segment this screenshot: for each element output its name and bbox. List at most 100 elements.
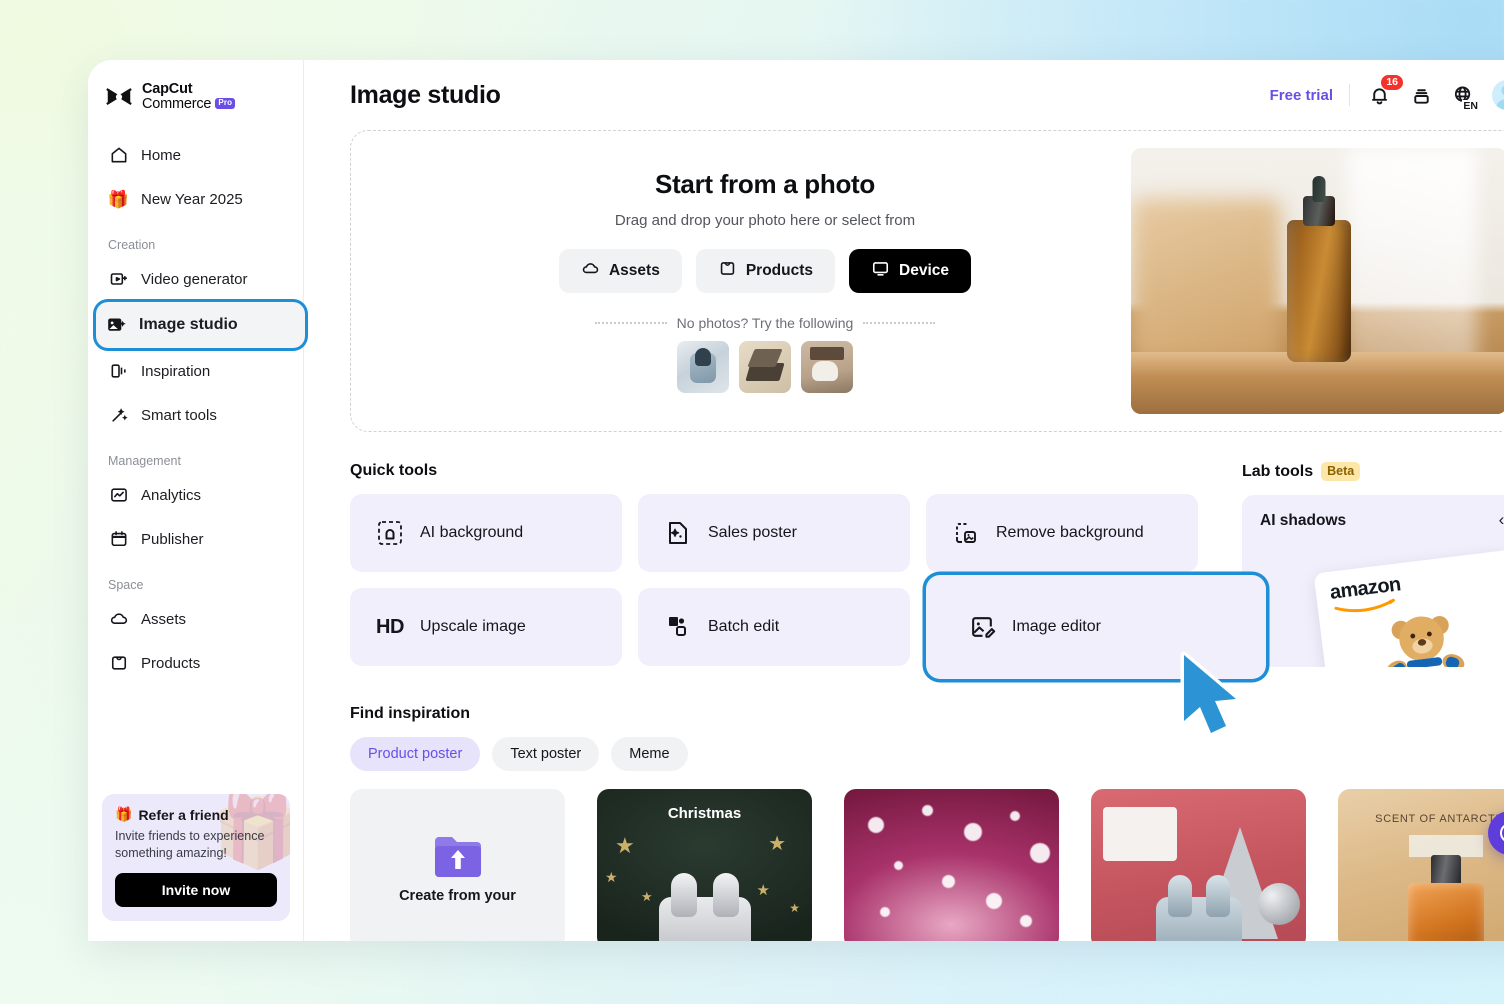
avatar[interactable] (1492, 80, 1504, 110)
inspiration-card-snow[interactable] (844, 789, 1059, 941)
hero-subtitle: Drag and drop your photo here or select … (399, 212, 1131, 229)
sidebar-item-products[interactable]: Products (98, 642, 293, 684)
quick-tools-grid: AI background Sales poster (350, 494, 1220, 679)
sidebar-item-home[interactable]: Home (98, 134, 293, 176)
topbar-divider (1349, 84, 1350, 106)
device-label: Device (899, 262, 949, 280)
sidebar-item-new-year-2025[interactable]: 🎁 New Year 2025 (98, 178, 293, 220)
sidebar-item-publisher[interactable]: Publisher (98, 518, 293, 560)
gift-emoji-icon: 🎁 (108, 189, 129, 210)
product-bag-icon (108, 653, 129, 674)
refer-title: Refer a friend (138, 807, 228, 823)
christmas-card-title: Christmas (597, 805, 812, 822)
tool-remove-background[interactable]: Remove background (926, 494, 1198, 572)
brand-name-line1: CapCut (142, 82, 235, 97)
sidebar-item-video-generator[interactable]: Video generator (98, 258, 293, 300)
app-window: CapCut Commerce Pro Home 🎁 New Year 2025 (88, 60, 1504, 941)
lab-tools-header: Lab tools Beta (1242, 462, 1504, 481)
sidebar-item-label: Analytics (141, 487, 201, 504)
try-following-text: No photos? Try the following (677, 315, 854, 331)
upload-folder-icon (433, 833, 483, 877)
star-icon: ★ (789, 901, 800, 915)
hero-light-wash (1347, 148, 1477, 378)
sales-poster-icon (664, 519, 692, 547)
invite-now-button[interactable]: Invite now (115, 873, 277, 907)
sidebar-item-inspiration[interactable]: Inspiration (98, 350, 293, 392)
source-buttons: Assets Products (399, 249, 1131, 293)
product-bag-icon (718, 259, 737, 283)
inspiration-card-create-from-your[interactable]: Create from your (350, 789, 565, 941)
lab-tool-card-ai-shadows[interactable]: AI shadows ‹ › amazon (1242, 495, 1504, 667)
snowflake-icon (880, 907, 890, 917)
quick-tools-title: Quick tools (350, 462, 1220, 480)
tool-label: AI background (420, 524, 523, 542)
inspiration-card-christmas[interactable]: Christmas ★ ★ ★ ★ ★ ★ (597, 789, 812, 941)
inspiration-icon (108, 361, 129, 382)
hd-icon: HD (376, 613, 404, 641)
try-following-row: No photos? Try the following (399, 315, 1131, 331)
device-source-button[interactable]: Device (849, 249, 971, 293)
video-generator-icon (108, 269, 129, 290)
lab-carousel-arrows: ‹ › (1499, 511, 1504, 528)
sidebar-item-analytics[interactable]: Analytics (98, 474, 293, 516)
snowflake-icon (964, 823, 982, 841)
sidebar-item-assets[interactable]: Assets (98, 598, 293, 640)
batch-edit-icon (664, 613, 692, 641)
inspiration-card-gifts[interactable] (1091, 789, 1306, 941)
sidebar-item-smart-tools[interactable]: Smart tools (98, 394, 293, 436)
tool-sales-poster[interactable]: Sales poster (638, 494, 910, 572)
language-button[interactable]: EN (1450, 82, 1476, 108)
sidebar-item-label: Image studio (139, 316, 238, 334)
chip-meme[interactable]: Meme (611, 737, 687, 771)
perfume-bottle-illustration (1408, 883, 1484, 941)
products-source-button[interactable]: Products (696, 249, 835, 293)
monitor-icon (871, 259, 890, 283)
find-inspiration-section: Find inspiration Product poster Text pos… (304, 679, 1504, 941)
tool-image-editor[interactable]: Image editor (926, 575, 1266, 679)
start-from-photo-dropzone[interactable]: Start from a photo Drag and drop your ph… (350, 130, 1504, 432)
sidebar-item-image-studio[interactable]: Image studio (96, 302, 305, 348)
star-icon: ★ (605, 869, 618, 886)
snowflake-icon (1030, 843, 1050, 863)
notification-badge: 16 (1381, 75, 1403, 90)
find-inspiration-title: Find inspiration (350, 705, 1504, 723)
sidebar-item-label: Assets (141, 611, 186, 628)
star-icon: ★ (641, 889, 653, 905)
hero-blur-left (1131, 198, 1281, 363)
ornament-ball-illustration (1258, 883, 1300, 925)
earbuds-illustration (659, 897, 751, 941)
hero-preview-image (1131, 148, 1504, 414)
sidebar-item-label: Video generator (141, 271, 247, 288)
sidebar-item-label: Products (141, 655, 200, 672)
inspiration-card-perfume[interactable]: SCENT OF ANTARCTICA (1338, 789, 1504, 941)
chip-product-poster[interactable]: Product poster (350, 737, 480, 771)
makeup-palette-thumb[interactable] (739, 341, 791, 393)
snowflake-icon (942, 875, 955, 888)
tool-ai-background[interactable]: AI background (350, 494, 622, 572)
sidebar-group-space-label: Space (98, 578, 293, 592)
image-studio-icon (106, 315, 127, 336)
hero-bottle-tip (1313, 176, 1326, 202)
snowflake-icon (1010, 811, 1020, 821)
assets-source-button[interactable]: Assets (559, 249, 682, 293)
home-icon (108, 145, 129, 166)
workspace-switcher-button[interactable] (1408, 82, 1434, 108)
chip-text-poster[interactable]: Text poster (492, 737, 599, 771)
star-icon: ★ (615, 833, 635, 859)
tools-section: Quick tools AI background (304, 462, 1504, 679)
tool-upscale-image[interactable]: HD Upscale image (350, 588, 622, 666)
perfume-card-title: SCENT OF ANTARCTICA (1338, 813, 1504, 825)
earbuds-thumb[interactable] (677, 341, 729, 393)
snowflake-icon (894, 861, 903, 870)
tool-batch-edit[interactable]: Batch edit (638, 588, 910, 666)
snowflake-icon (868, 817, 884, 833)
notifications-button[interactable]: 16 (1366, 82, 1392, 108)
remove-background-icon (952, 519, 980, 547)
armchair-thumb[interactable] (801, 341, 853, 393)
brand-logo[interactable]: CapCut Commerce Pro (88, 82, 303, 112)
page-title: Image studio (350, 81, 501, 110)
chevron-left-icon[interactable]: ‹ (1499, 511, 1504, 528)
free-trial-link[interactable]: Free trial (1270, 87, 1333, 104)
sidebar: CapCut Commerce Pro Home 🎁 New Year 2025 (88, 60, 304, 941)
upload-card-label: Create from your (399, 887, 516, 905)
